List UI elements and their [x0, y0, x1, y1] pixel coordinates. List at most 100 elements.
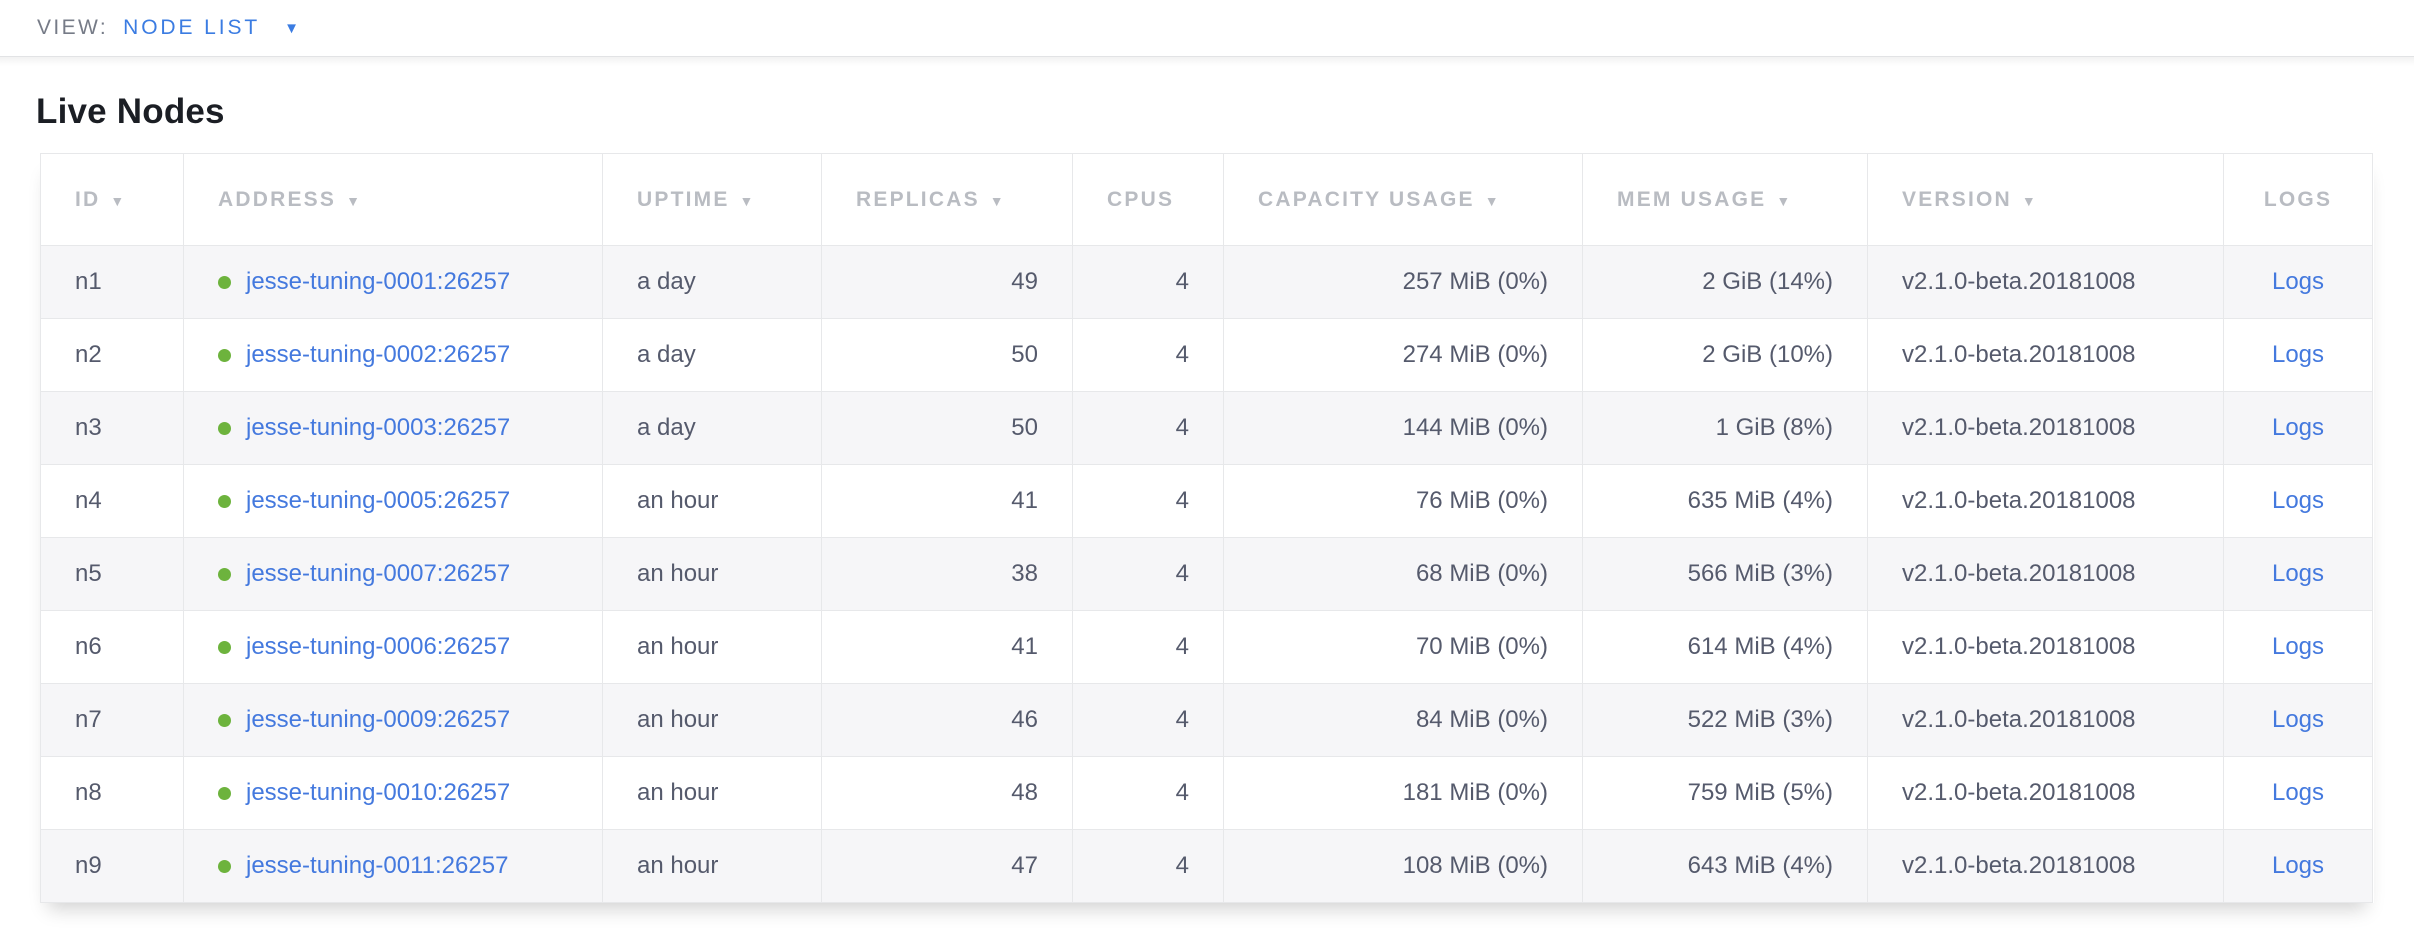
column-header-id[interactable]: ID▼	[41, 154, 184, 246]
sort-desc-icon: ▼	[1776, 193, 1792, 209]
node-version-cell: v2.1.0-beta.20181008	[1868, 392, 2224, 465]
node-cpus-cell: 4	[1073, 392, 1224, 465]
live-status-icon	[218, 422, 231, 435]
node-id-cell: n1	[41, 246, 184, 319]
node-version: v2.1.0-beta.20181008	[1902, 487, 2136, 514]
node-address-cell: jesse-tuning-0002:26257	[184, 319, 603, 392]
column-header-address[interactable]: ADDRESS▼	[184, 154, 603, 246]
node-capacity-usage: 144 MiB (0%)	[1403, 414, 1548, 441]
view-label: VIEW:	[37, 16, 108, 40]
node-logs-link[interactable]: Logs	[2272, 779, 2324, 806]
node-logs-link[interactable]: Logs	[2272, 341, 2324, 368]
node-mem-usage: 759 MiB (5%)	[1688, 779, 1833, 806]
node-replicas-cell: 49	[822, 246, 1073, 319]
node-cpus-cell: 4	[1073, 246, 1224, 319]
node-logs-cell: Logs	[2224, 611, 2373, 684]
node-replicas: 41	[1011, 633, 1038, 660]
node-mem-usage: 566 MiB (3%)	[1688, 560, 1833, 587]
node-address-cell: jesse-tuning-0009:26257	[184, 684, 603, 757]
live-nodes-table: ID▼ADDRESS▼UPTIME▼REPLICAS▼CPUSCAPACITY …	[40, 153, 2373, 903]
node-uptime-cell: an hour	[603, 757, 822, 830]
node-capacity-cell: 144 MiB (0%)	[1224, 392, 1583, 465]
node-uptime-cell: a day	[603, 319, 822, 392]
node-mem-cell: 759 MiB (5%)	[1583, 757, 1868, 830]
page-title: Live Nodes	[36, 90, 2378, 134]
node-capacity-usage: 70 MiB (0%)	[1416, 633, 1548, 660]
node-uptime: an hour	[637, 487, 718, 514]
node-id-cell: n6	[41, 611, 184, 684]
node-capacity-cell: 257 MiB (0%)	[1224, 246, 1583, 319]
node-address-link[interactable]: jesse-tuning-0001:26257	[246, 268, 510, 295]
live-status-icon	[218, 349, 231, 362]
node-cpus: 4	[1176, 633, 1189, 660]
column-header-replicas[interactable]: REPLICAS▼	[822, 154, 1073, 246]
node-version-cell: v2.1.0-beta.20181008	[1868, 684, 2224, 757]
node-capacity-cell: 108 MiB (0%)	[1224, 830, 1583, 903]
node-logs-link[interactable]: Logs	[2272, 487, 2324, 514]
node-cpus: 4	[1176, 706, 1189, 733]
node-address-link[interactable]: jesse-tuning-0009:26257	[246, 706, 510, 733]
node-cpus: 4	[1176, 560, 1189, 587]
node-version: v2.1.0-beta.20181008	[1902, 633, 2136, 660]
node-capacity-cell: 76 MiB (0%)	[1224, 465, 1583, 538]
node-version: v2.1.0-beta.20181008	[1902, 779, 2136, 806]
node-id-cell: n5	[41, 538, 184, 611]
node-logs-link[interactable]: Logs	[2272, 706, 2324, 733]
column-header-label: VERSION	[1902, 188, 2012, 211]
node-cpus-cell: 4	[1073, 538, 1224, 611]
node-capacity-usage: 274 MiB (0%)	[1403, 341, 1548, 368]
node-version: v2.1.0-beta.20181008	[1902, 560, 2136, 587]
view-selector-bar: VIEW: NODE LIST ▼	[0, 0, 2414, 57]
node-uptime: an hour	[637, 706, 718, 733]
column-header-version[interactable]: VERSION▼	[1868, 154, 2224, 246]
node-logs-link[interactable]: Logs	[2272, 852, 2324, 879]
node-version: v2.1.0-beta.20181008	[1902, 341, 2136, 368]
node-address-link[interactable]: jesse-tuning-0006:26257	[246, 633, 510, 660]
column-header-label: REPLICAS	[856, 188, 980, 211]
node-cpus: 4	[1176, 341, 1189, 368]
view-dropdown[interactable]: NODE LIST ▼	[123, 16, 299, 40]
node-mem-usage: 1 GiB (8%)	[1716, 414, 1833, 441]
table-row: n2jesse-tuning-0002:26257a day504274 MiB…	[41, 319, 2373, 392]
node-uptime: an hour	[637, 779, 718, 806]
node-address-link[interactable]: jesse-tuning-0003:26257	[246, 414, 510, 441]
node-logs-link[interactable]: Logs	[2272, 414, 2324, 441]
node-address-link[interactable]: jesse-tuning-0007:26257	[246, 560, 510, 587]
node-logs-link[interactable]: Logs	[2272, 268, 2324, 295]
node-replicas-cell: 50	[822, 392, 1073, 465]
node-capacity-usage: 181 MiB (0%)	[1403, 779, 1548, 806]
node-address-link[interactable]: jesse-tuning-0005:26257	[246, 487, 510, 514]
node-capacity-usage: 84 MiB (0%)	[1416, 706, 1548, 733]
node-id-cell: n3	[41, 392, 184, 465]
table-row: n6jesse-tuning-0006:26257an hour41470 Mi…	[41, 611, 2373, 684]
chevron-down-icon: ▼	[284, 21, 299, 36]
node-logs-link[interactable]: Logs	[2272, 633, 2324, 660]
table-row: n8jesse-tuning-0010:26257an hour484181 M…	[41, 757, 2373, 830]
node-replicas: 41	[1011, 487, 1038, 514]
node-id-cell: n8	[41, 757, 184, 830]
table-row: n9jesse-tuning-0011:26257an hour474108 M…	[41, 830, 2373, 903]
node-uptime: a day	[637, 414, 696, 441]
column-header-cpus: CPUS	[1073, 154, 1224, 246]
node-id: n1	[75, 268, 102, 295]
node-mem-usage: 635 MiB (4%)	[1688, 487, 1833, 514]
node-address-link[interactable]: jesse-tuning-0002:26257	[246, 341, 510, 368]
node-version: v2.1.0-beta.20181008	[1902, 706, 2136, 733]
node-replicas: 50	[1011, 414, 1038, 441]
node-logs-cell: Logs	[2224, 246, 2373, 319]
column-header-mem_usage[interactable]: MEM USAGE▼	[1583, 154, 1868, 246]
node-logs-cell: Logs	[2224, 830, 2373, 903]
column-header-capacity_usage[interactable]: CAPACITY USAGE▼	[1224, 154, 1583, 246]
node-address-link[interactable]: jesse-tuning-0010:26257	[246, 779, 510, 806]
node-address-link[interactable]: jesse-tuning-0011:26257	[246, 852, 508, 879]
column-header-uptime[interactable]: UPTIME▼	[603, 154, 822, 246]
node-logs-link[interactable]: Logs	[2272, 560, 2324, 587]
node-address-cell: jesse-tuning-0006:26257	[184, 611, 603, 684]
node-replicas-cell: 47	[822, 830, 1073, 903]
node-version-cell: v2.1.0-beta.20181008	[1868, 538, 2224, 611]
node-mem-cell: 643 MiB (4%)	[1583, 830, 1868, 903]
node-mem-cell: 2 GiB (14%)	[1583, 246, 1868, 319]
column-header-label: UPTIME	[637, 188, 730, 211]
node-capacity-usage: 68 MiB (0%)	[1416, 560, 1548, 587]
node-mem-usage: 522 MiB (3%)	[1688, 706, 1833, 733]
